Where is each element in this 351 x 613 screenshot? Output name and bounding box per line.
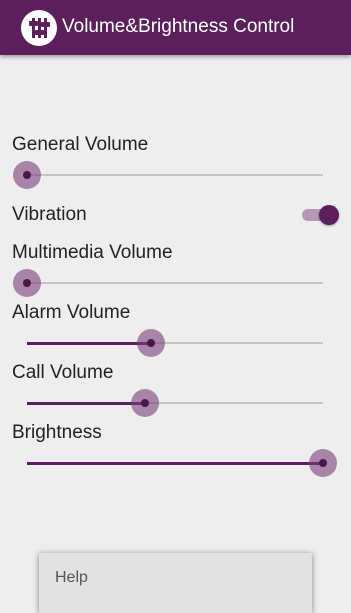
brightness-slider[interactable] [27, 448, 337, 478]
slider-thumb[interactable] [13, 161, 41, 189]
slider-fill [27, 402, 145, 405]
multimedia-volume-slider[interactable] [13, 268, 323, 298]
toggle-thumb [319, 205, 339, 225]
multimedia-volume-label: Multimedia Volume [12, 242, 173, 263]
slider-track [27, 174, 323, 176]
slider-fill [27, 462, 323, 465]
sliders-icon[interactable] [21, 10, 57, 46]
overflow-menu: Help [39, 553, 312, 613]
general-volume-label: General Volume [12, 134, 149, 155]
general-volume-slider[interactable] [13, 160, 323, 190]
slider-thumb[interactable] [131, 389, 159, 417]
alarm-volume-label: Alarm Volume [12, 302, 131, 323]
slider-fill [27, 342, 151, 345]
app-bar: Volume&Brightness Control [0, 0, 351, 55]
call-volume-slider[interactable] [27, 388, 323, 418]
slider-thumb[interactable] [13, 269, 41, 297]
vibration-toggle[interactable] [300, 203, 340, 225]
slider-track [27, 282, 323, 284]
alarm-volume-slider[interactable] [27, 328, 323, 358]
app-title: Volume&Brightness Control [62, 16, 295, 37]
call-volume-label: Call Volume [12, 362, 114, 383]
slider-thumb[interactable] [309, 449, 337, 477]
brightness-label: Brightness [12, 422, 102, 443]
slider-thumb[interactable] [137, 329, 165, 357]
menu-item-help[interactable]: Help [55, 569, 88, 587]
vibration-label: Vibration [12, 204, 87, 225]
